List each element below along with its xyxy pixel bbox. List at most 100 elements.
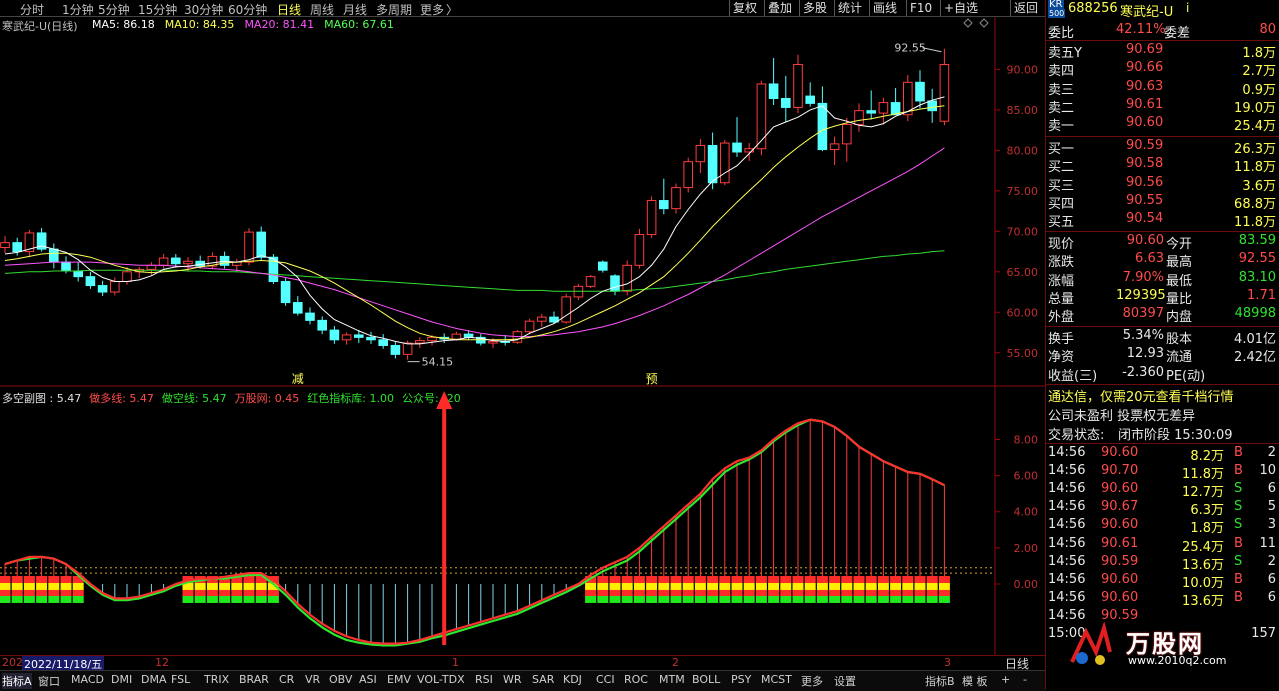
ad-banner[interactable]: 通达信，仅需20元查看千档行情: [1046, 386, 1279, 405]
weibi-label: 委比: [1048, 26, 1075, 41]
stat-label: 收益(三): [1048, 368, 1098, 384]
period-tab[interactable]: 周线: [310, 1, 334, 18]
period-tab[interactable]: 15分钟: [138, 1, 177, 18]
period-tab[interactable]: 30分钟: [184, 1, 223, 18]
signal-block: [926, 575, 938, 583]
toolbar-button[interactable]: +自选: [940, 0, 981, 16]
signal-block: [72, 589, 84, 596]
period-tab[interactable]: 5分钟: [98, 1, 130, 18]
signal-block: [707, 589, 719, 596]
y-tick-label: 6.00: [1014, 470, 1039, 483]
sub-svg[interactable]: 0.00 2.00 4.00 6.00 8.00: [0, 387, 1045, 655]
signal-block: [231, 589, 243, 596]
period-tab[interactable]: 多周期: [376, 1, 412, 18]
indicator-tab[interactable]: CR: [279, 673, 294, 686]
indicator-tab[interactable]: BRAR: [239, 673, 269, 686]
more-caret-icon[interactable]: 〉: [446, 1, 458, 18]
signal-block: [890, 582, 902, 590]
kline-chart-panel[interactable]: 寒武纪-U(日线) MA5: 86.18 MA10: 84.35 MA20: 81.…: [0, 17, 1045, 387]
indicator-tab[interactable]: KDJ: [563, 673, 582, 686]
signal-block: [731, 589, 743, 596]
signal-block: [0, 575, 11, 583]
tick-row: 14:56 90.67 6.3万 S 5: [1046, 499, 1279, 518]
ma10-line: [4, 105, 945, 341]
separator: [1046, 231, 1279, 232]
signal-block: [829, 582, 841, 590]
period-tab[interactable]: 日线: [277, 1, 301, 18]
candle: [732, 117, 742, 157]
weibi-row: 委比 42.11% 委差 80: [1046, 22, 1279, 41]
indicator-tab[interactable]: FSL: [171, 673, 190, 686]
indicator-tab[interactable]: ASI: [359, 673, 377, 686]
indicator-tab[interactable]: 指标A: [2, 673, 32, 689]
toolbar-button[interactable]: 多股: [799, 0, 830, 16]
period-tab[interactable]: 更多: [420, 1, 444, 18]
indicator-tab[interactable]: VOL-TDX: [417, 673, 465, 686]
indicator-tab[interactable]: 窗口: [38, 673, 60, 689]
toolbar-button[interactable]: 返回: [1010, 0, 1041, 16]
ask-label: 卖二: [1048, 100, 1075, 116]
indicator-tab[interactable]: MACD: [71, 673, 104, 686]
tick-count: 2: [1267, 553, 1276, 569]
stat-label: 总量: [1048, 291, 1075, 307]
indicator-tab-right[interactable]: +: [1001, 673, 1010, 686]
candle: [134, 266, 144, 279]
candle-body: [49, 248, 59, 263]
indicator-tab[interactable]: RSI: [475, 673, 493, 686]
period-toolbar: 分时 1分钟 5分钟 15分钟 30分钟 60分钟 日线 周线 月线 多周期 更多〉 复权 叠加 多股 统计…: [0, 0, 1045, 17]
duokong-subchart-panel[interactable]: 多空副图 : 5.47 做多线: 5.47 做空线: 5.47 万股网: 0.45 红色…: [0, 387, 1045, 655]
toolbar-button[interactable]: F10: [906, 0, 935, 16]
signal-block: [938, 582, 950, 590]
kline-svg[interactable]: 55.00 60.00 65.00 70.00 75.00 80.00 85.00 90.00…: [0, 17, 1045, 387]
indicator-tab[interactable]: ROC: [624, 673, 648, 686]
tick-direction: B: [1234, 589, 1243, 605]
ask-volume: 0.9万: [1242, 82, 1276, 98]
toolbar-button[interactable]: 画线: [869, 0, 900, 16]
diamond-icon: [979, 18, 989, 28]
signal-block: [902, 582, 914, 590]
stat-label: 换手: [1048, 332, 1075, 347]
indicator-tab[interactable]: WR: [503, 673, 522, 686]
indicator-tab-right[interactable]: -: [1023, 673, 1027, 686]
indicator-tab[interactable]: DMA: [141, 673, 167, 686]
tick-time: 14:56: [1048, 481, 1086, 497]
signal-block: [48, 595, 60, 603]
signal-block: [902, 575, 914, 583]
indicator-tab[interactable]: OBV: [329, 673, 352, 686]
indicator-tab[interactable]: EMV: [387, 673, 411, 686]
candle-body: [707, 144, 718, 184]
period-tab[interactable]: 1分钟: [62, 1, 94, 18]
candle-body: [768, 83, 779, 100]
tick-direction: B: [1234, 463, 1243, 479]
indicator-tab[interactable]: TRIX: [204, 673, 229, 686]
period-tab[interactable]: 分时: [20, 1, 44, 18]
bid-row: 买四 90.55 68.8万: [1046, 193, 1279, 212]
signal-block: [841, 575, 853, 583]
indicator-tab-right[interactable]: 模 板: [962, 673, 988, 689]
signal-block: [633, 589, 645, 596]
indicator-tab[interactable]: PSY: [731, 673, 751, 686]
indicator-tab[interactable]: DMI: [111, 673, 132, 686]
indicator-tab[interactable]: BOLL: [692, 673, 720, 686]
stat-value: 48998: [1234, 306, 1276, 322]
signal-block: [743, 595, 755, 603]
indicator-tab[interactable]: MTM: [659, 673, 685, 686]
indicator-tab[interactable]: MCST: [761, 673, 792, 686]
toolbar-button[interactable]: 复权: [729, 0, 760, 16]
indicator-tab[interactable]: 更多: [801, 673, 823, 689]
tick-count: 3: [1267, 517, 1276, 533]
indicator-tab[interactable]: VR: [305, 673, 320, 686]
toolbar-button[interactable]: 统计: [834, 0, 865, 16]
indicator-tab[interactable]: CCI: [596, 673, 615, 686]
stat-value: 92.55: [1238, 251, 1276, 267]
indicator-tab-right[interactable]: 指标B: [925, 673, 955, 689]
period-tab[interactable]: 60分钟: [228, 1, 267, 18]
indicator-tab[interactable]: 设置: [834, 673, 856, 689]
period-tab[interactable]: 月线: [343, 1, 367, 18]
indicator-tab[interactable]: SAR: [532, 673, 554, 686]
signal-block: [255, 589, 267, 596]
toolbar-button[interactable]: 叠加: [764, 0, 795, 16]
period-tag[interactable]: 日线: [1005, 655, 1029, 672]
candle: [890, 88, 901, 116]
ad-text[interactable]: 通达信，仅需20元查看千档行情: [1048, 386, 1234, 405]
